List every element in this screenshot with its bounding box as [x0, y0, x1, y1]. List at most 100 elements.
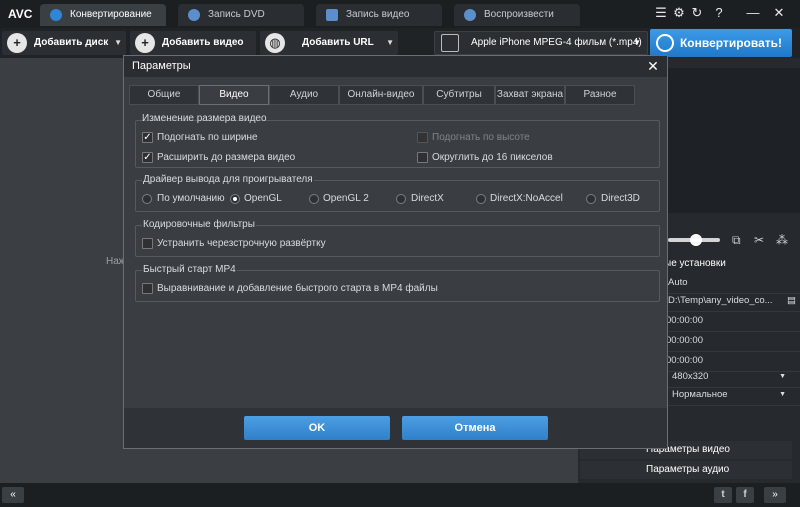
prop-row[interactable]: 00:00:00	[664, 330, 800, 352]
video-preview	[660, 68, 800, 213]
driver-radio-opengl2[interactable]	[309, 194, 319, 204]
prop-value: 00:00:00	[666, 355, 703, 366]
prop-value: Auto	[668, 277, 688, 288]
app-logo: AVC	[8, 7, 33, 21]
tab-record[interactable]: Запись видео	[316, 4, 442, 26]
driver-radio-opengl[interactable]	[230, 194, 240, 204]
convert-tab-icon	[50, 9, 62, 21]
resize-group-title: Изменение размера видео	[142, 113, 267, 124]
chevron-down-icon: ▼	[633, 38, 641, 47]
tab-dvd[interactable]: Запись DVD	[178, 4, 304, 26]
prop-row[interactable]: Нормальное ▼	[664, 384, 800, 406]
play-icon	[464, 9, 476, 21]
slider-handle[interactable]	[690, 234, 702, 246]
prop-row[interactable]: 00:00:00	[664, 310, 800, 332]
prop-value: Нормальное	[672, 389, 728, 400]
driver-radio-default[interactable]	[142, 194, 152, 204]
convert-label: Конвертировать!	[679, 36, 782, 50]
prop-value: 480x320	[672, 371, 709, 382]
dialog-footer	[124, 408, 667, 448]
tab-general[interactable]: Общие	[129, 85, 199, 105]
add-video-icon: +	[135, 33, 155, 53]
add-disc-icon: +	[7, 33, 27, 53]
close-icon[interactable]: ✕	[770, 4, 788, 22]
add-disc-label: Добавить диск	[34, 37, 109, 48]
mp4-group-title: Быстрый старт MP4	[142, 264, 237, 275]
driver-group-title: Драйвер вывода для проигрывателя	[142, 174, 314, 185]
refresh-icon[interactable]: ↻	[688, 4, 706, 22]
menu-icon[interactable]: ☰	[652, 4, 670, 22]
tab-screen-capture[interactable]: Захват экрана	[495, 85, 565, 105]
prop-row[interactable]: D:\Temp\any_video_co... ▤	[664, 290, 800, 312]
globe-icon: ◍	[265, 33, 285, 53]
driver-radio-direct3d[interactable]	[586, 194, 596, 204]
expand-right-button[interactable]: »	[764, 487, 786, 503]
faststart-label: Выравнивание и добавление быстрого старт…	[157, 283, 438, 294]
format-label: Apple iPhone MPEG-4 фильм (*.mp4)	[471, 37, 642, 48]
tab-audio[interactable]: Аудио	[269, 85, 339, 105]
tab-misc[interactable]: Разное	[565, 85, 635, 105]
copy-icon[interactable]: ⧉	[732, 233, 746, 247]
prop-value: D:\Temp\any_video_co...	[668, 295, 773, 306]
tab-label: Конвертирование	[70, 9, 152, 20]
chevron-down-icon[interactable]: ▼	[386, 31, 394, 55]
ok-button[interactable]: OK	[244, 416, 390, 440]
driver-label: Direct3D	[601, 193, 640, 204]
prop-value: 00:00:00	[666, 335, 703, 346]
add-video-label: Добавить видео	[162, 37, 244, 48]
gear-icon[interactable]: ⚙	[670, 4, 688, 22]
round16-label: Округлить до 16 пикселов	[432, 152, 553, 163]
tab-label: Запись видео	[346, 9, 410, 20]
close-icon[interactable]: ✕	[645, 56, 661, 77]
tab-convert[interactable]: Конвертирование	[40, 4, 166, 26]
scissors-icon[interactable]: ✂	[754, 233, 768, 247]
driver-label: DirectX:NoAccel	[490, 193, 563, 204]
add-video-button[interactable]: + Добавить видео	[130, 31, 256, 55]
driver-radio-directx[interactable]	[396, 194, 406, 204]
tab-subtitles[interactable]: Субтитры	[423, 85, 495, 105]
record-icon	[326, 9, 338, 21]
prop-value: 00:00:00	[666, 315, 703, 326]
phone-icon	[441, 34, 459, 52]
cancel-button[interactable]: Отмена	[402, 416, 548, 440]
twitter-icon[interactable]: t	[714, 487, 732, 503]
convert-button[interactable]: Конвертировать!	[650, 29, 792, 57]
expand-label: Расширить до размера видео	[157, 152, 296, 163]
fit-width-label: Подогнать по ширине	[157, 132, 258, 143]
collapse-left-button[interactable]: «	[2, 487, 24, 503]
add-disc-button[interactable]: + Добавить диск ▼	[2, 31, 126, 55]
title-bar: AVC Конвертирование Запись DVD Запись ви…	[0, 0, 800, 28]
chevron-down-icon[interactable]: ▼	[114, 31, 122, 55]
tab-online-video[interactable]: Онлайн-видео	[339, 85, 423, 105]
output-format-select[interactable]: Apple iPhone MPEG-4 фильм (*.mp4) ▼	[434, 31, 648, 55]
tab-label: Воспроизвести	[484, 9, 554, 20]
driver-radio-directx-noaccel[interactable]	[476, 194, 486, 204]
magic-wand-icon[interactable]: ⁂	[776, 233, 790, 247]
tab-video[interactable]: Видео	[199, 85, 269, 105]
folder-icon[interactable]: ▤	[787, 290, 796, 312]
dialog-title: Параметры	[132, 60, 191, 72]
settings-header: ые установки	[664, 258, 726, 269]
status-bar	[0, 483, 800, 507]
round16-checkbox[interactable]	[417, 152, 428, 163]
disc-icon	[188, 9, 200, 21]
expand-checkbox[interactable]: ✓	[142, 152, 153, 163]
settings-dialog: Параметры ✕ Общие Видео Аудио Онлайн-вид…	[123, 55, 668, 449]
refresh-icon	[656, 34, 674, 52]
fit-width-checkbox[interactable]: ✓	[142, 132, 153, 143]
help-icon[interactable]: ?	[710, 4, 728, 22]
driver-label: DirectX	[411, 193, 444, 204]
add-url-button[interactable]: ◍ Добавить URL ▼	[260, 31, 398, 55]
deinterlace-checkbox[interactable]	[142, 238, 153, 249]
filters-group-title: Кодировочные фильтры	[142, 219, 256, 230]
driver-label: OpenGL 2	[323, 193, 369, 204]
chevron-down-icon: ▼	[779, 391, 786, 398]
facebook-icon[interactable]: f	[736, 487, 754, 503]
fit-height-checkbox[interactable]	[417, 132, 428, 143]
minimize-icon[interactable]: —	[744, 4, 762, 22]
fit-height-label: Подогнать по высоте	[432, 132, 530, 143]
driver-label: По умолчанию	[157, 193, 225, 204]
tab-play[interactable]: Воспроизвести	[454, 4, 580, 26]
faststart-checkbox[interactable]	[142, 283, 153, 294]
audio-params-button[interactable]: Параметры аудио	[580, 461, 792, 479]
